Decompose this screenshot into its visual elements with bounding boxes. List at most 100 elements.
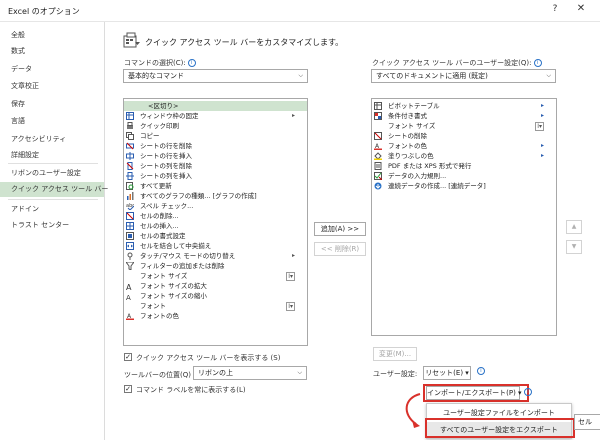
list-item[interactable]: セルの削除... <box>124 211 307 221</box>
remove-button[interactable]: << 削除(R) <box>314 242 366 256</box>
svg-text:A: A <box>126 283 132 290</box>
touch-mode-icon <box>126 252 134 260</box>
toolbar-commands-list[interactable]: ピボットテーブル ▸ 条件付き書式 ▸ フォント サイズ I▾ シートの削除 A フォン… <box>371 98 557 336</box>
sidebar-item-language[interactable]: 言語 <box>0 114 104 129</box>
list-item-label: セルの削除... <box>140 212 179 220</box>
list-item[interactable]: データの入力規則... <box>372 171 556 181</box>
list-item-label: フィルターの追加または削除 <box>140 262 225 270</box>
list-item-label: セルの書式設定 <box>140 232 186 240</box>
sidebar-item-customize-ribbon[interactable]: リボンのユーザー設定 <box>0 166 104 181</box>
customize-toolbar-value: すべてのドキュメントに適用 (既定) <box>376 72 488 80</box>
sidebar-item-accessibility[interactable]: アクセシビリティ <box>0 132 104 147</box>
list-item[interactable]: A フォントの色 <box>124 311 307 321</box>
list-item[interactable]: セルの書式設定 <box>124 231 307 241</box>
help-button[interactable]: ? <box>549 4 561 18</box>
list-item[interactable]: すべてのグラフの種類... [グラフの作成] <box>124 191 307 201</box>
sidebar-item-quick-access-toolbar[interactable]: クイック アクセス ツール バー <box>0 182 108 197</box>
choose-commands-label: コマンドの選択(C): i <box>124 58 196 68</box>
sidebar-item-data[interactable]: データ <box>0 62 104 77</box>
list-item[interactable]: 連続データの作成... [連続データ] <box>372 181 556 191</box>
chevron-right-icon: ▸ <box>291 252 295 259</box>
sidebar-item-advanced[interactable]: 詳細設定 <box>0 148 104 163</box>
page-title: クイック アクセス ツール バーをカスタマイズします。 <box>145 38 344 47</box>
modify-button[interactable]: 変更(M)... <box>373 347 417 361</box>
move-up-button[interactable]: ▲ <box>566 220 582 234</box>
list-item[interactable]: 条件付き書式 ▸ <box>372 111 556 121</box>
import-export-button[interactable]: インポート/エクスポート(P) ▾ <box>426 386 522 400</box>
list-item[interactable]: セルを結合して中央揃え <box>124 241 307 251</box>
show-toolbar-checkbox[interactable]: ✓ <box>124 353 132 361</box>
chevron-down-icon: ⌵ <box>297 369 302 376</box>
list-item[interactable]: クイック印刷 <box>124 121 307 131</box>
merge-center-icon <box>126 242 134 250</box>
list-item[interactable]: フォント サイズ I▾ <box>372 121 556 131</box>
list-item[interactable]: abc スペル チェック... <box>124 201 307 211</box>
sidebar-divider <box>8 163 98 164</box>
toolbar-position-select[interactable]: リボンの上 ⌵ <box>193 366 307 380</box>
info-icon: i <box>524 388 532 396</box>
cancel-button[interactable]: セル <box>574 414 600 430</box>
list-item[interactable]: A フォント サイズの縮小 <box>124 291 307 302</box>
title-bar <box>0 0 600 22</box>
insert-row-icon <box>126 152 134 160</box>
always-show-labels-checkbox[interactable]: ✓ <box>124 385 132 393</box>
list-item-label: 条件付き書式 <box>388 112 427 120</box>
window-title: Excel のオプション <box>8 7 80 16</box>
choose-commands-label-text: コマンドの選択(C): <box>124 59 186 67</box>
list-item[interactable]: フィルターの追加または削除 <box>124 261 307 271</box>
pdf-icon <box>374 162 382 170</box>
list-item[interactable]: シートの行を挿入 <box>124 151 307 161</box>
list-item[interactable]: シートの行を削除 <box>124 141 307 151</box>
list-item[interactable]: A フォントの色 ▸ <box>372 141 556 151</box>
list-item-label: フォントの色 <box>388 142 427 150</box>
list-item[interactable]: フォント I▾ <box>124 301 307 311</box>
list-item[interactable]: シートの列を削除 <box>124 161 307 171</box>
list-item[interactable]: ウィンドウ枠の固定 ▸ <box>124 111 307 121</box>
list-item[interactable]: タッチ/マウス モードの切り替え ▸ <box>124 251 307 261</box>
conditional-format-icon <box>374 112 382 120</box>
move-down-button[interactable]: ▼ <box>566 240 582 254</box>
sidebar-item-save[interactable]: 保存 <box>0 97 104 112</box>
fill-color-icon <box>374 152 382 160</box>
sidebar-item-addins[interactable]: アドイン <box>0 202 104 217</box>
choose-commands-select[interactable]: 基本的なコマンド ⌵ <box>123 69 308 83</box>
list-item[interactable]: シートの削除 <box>372 131 556 141</box>
sidebar-item-general[interactable]: 全般 <box>0 28 104 43</box>
list-item-label: タッチ/マウス モードの切り替え <box>140 252 236 260</box>
svg-text:A: A <box>126 294 131 300</box>
list-item[interactable]: <区切り> <box>124 101 307 111</box>
chevron-right-icon: ▸ <box>540 152 544 159</box>
list-item-label: <区切り> <box>148 102 179 110</box>
customize-toolbar-select[interactable]: すべてのドキュメントに適用 (既定) ⌵ <box>371 69 556 83</box>
list-item[interactable]: A フォント サイズの拡大 <box>124 281 307 292</box>
quick-access-toolbar-icon <box>122 30 142 50</box>
reset-button[interactable]: リセット(E) ▾ <box>423 366 471 380</box>
list-item[interactable]: 塗りつぶしの色 ▸ <box>372 151 556 161</box>
list-item-label: セルの挿入... <box>140 222 179 230</box>
sidebar-item-formulas[interactable]: 数式 <box>0 44 104 59</box>
list-item[interactable]: シートの列を挿入 <box>124 171 307 181</box>
list-item[interactable]: セルの挿入... <box>124 221 307 231</box>
list-item[interactable]: コピー <box>124 131 307 141</box>
close-button[interactable]: ✕ <box>574 3 588 17</box>
list-item-label: すべてのグラフの種類... [グラフの作成] <box>140 192 257 200</box>
sidebar-divider <box>8 199 98 200</box>
list-item[interactable]: PDF または XPS 形式で発行 <box>372 161 556 171</box>
list-item[interactable]: フォント サイズ I▾ <box>124 271 307 281</box>
list-item-label: クイック印刷 <box>140 122 179 130</box>
sidebar-item-trust-center[interactable]: トラスト センター <box>0 218 104 233</box>
sidebar-item-proofing[interactable]: 文章校正 <box>0 79 104 94</box>
data-validation-icon <box>374 172 383 181</box>
list-item-label: シートの削除 <box>388 132 427 140</box>
spell-check-icon: abc <box>126 202 135 211</box>
add-button[interactable]: 追加(A) >> <box>314 222 366 236</box>
list-item[interactable]: すべて更新 <box>124 181 307 191</box>
available-commands-list[interactable]: <区切り> ウィンドウ枠の固定 ▸ クイック印刷 コピー シートの行を削除 シート… <box>123 98 308 346</box>
fill-series-icon <box>374 182 382 190</box>
font-size-box-icon: I▾ <box>535 122 544 131</box>
list-item-label: すべて更新 <box>140 182 172 190</box>
sidebar: 全般 数式 データ 文章校正 保存 言語 アクセシビリティ 詳細設定 リボンのユ… <box>0 22 108 440</box>
insert-cells-icon <box>126 222 134 230</box>
choose-commands-value: 基本的なコマンド <box>128 72 184 80</box>
list-item[interactable]: ピボットテーブル ▸ <box>372 101 556 111</box>
